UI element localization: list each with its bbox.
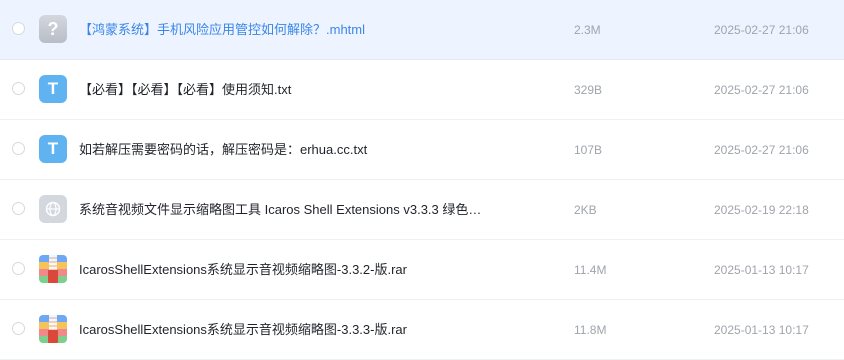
text-file-icon: T <box>39 135 67 163</box>
file-name[interactable]: IcarosShellExtensions系统显示音视频缩略图-3.3.3-版.… <box>79 321 407 338</box>
file-row[interactable]: T 如若解压需要密码的话，解压密码是：erhua.cc.txt 107B 202… <box>0 120 844 180</box>
archive-file-icon <box>39 255 67 283</box>
row-checkbox[interactable] <box>12 142 25 155</box>
row-checkbox[interactable] <box>12 202 25 215</box>
row-checkbox[interactable] <box>12 82 25 95</box>
file-row[interactable]: 系统音视频文件显示缩略图工具 Icaros Shell Extensions v… <box>0 180 844 240</box>
file-size: 2.3M <box>574 23 601 37</box>
file-size: 107B <box>574 143 603 157</box>
web-link-icon <box>39 195 67 223</box>
file-list: ? 【鸿蒙系统】手机风险应用管控如何解除？.mhtml 2.3M 2025-02… <box>0 0 844 360</box>
file-row[interactable]: IcarosShellExtensions系统显示音视频缩略图-3.3.2-版.… <box>0 240 844 300</box>
row-checkbox[interactable] <box>12 22 25 35</box>
file-name[interactable]: 如若解压需要密码的话，解压密码是：erhua.cc.txt <box>79 141 367 158</box>
file-date: 2025-02-27 21:06 <box>714 83 809 97</box>
file-name[interactable]: IcarosShellExtensions系统显示音视频缩略图-3.3.2-版.… <box>79 261 407 278</box>
file-row[interactable]: IcarosShellExtensions系统显示音视频缩略图-3.3.3-版.… <box>0 300 844 360</box>
file-date: 2025-02-27 21:06 <box>714 143 809 157</box>
file-name[interactable]: 【必看】【必看】【必看】使用须知.txt <box>79 81 291 98</box>
unknown-file-icon: ? <box>39 15 67 43</box>
file-date: 2025-01-13 10:17 <box>714 263 809 277</box>
file-date: 2025-02-19 22:18 <box>714 203 809 217</box>
file-size: 329B <box>574 83 603 97</box>
file-name[interactable]: 【鸿蒙系统】手机风险应用管控如何解除？.mhtml <box>79 21 365 38</box>
row-checkbox[interactable] <box>12 262 25 275</box>
file-size: 2KB <box>574 203 597 217</box>
globe-icon <box>45 201 61 217</box>
text-file-icon: T <box>39 75 67 103</box>
file-size: 11.8M <box>574 323 607 337</box>
file-date: 2025-01-13 10:17 <box>714 323 809 337</box>
file-row[interactable]: ? 【鸿蒙系统】手机风险应用管控如何解除？.mhtml 2.3M 2025-02… <box>0 0 844 60</box>
file-date: 2025-02-27 21:06 <box>714 23 809 37</box>
file-name[interactable]: 系统音视频文件显示缩略图工具 Icaros Shell Extensions v… <box>79 201 481 218</box>
archive-file-icon <box>39 315 67 343</box>
file-size: 11.4M <box>574 263 607 277</box>
file-row[interactable]: T 【必看】【必看】【必看】使用须知.txt 329B 2025-02-27 2… <box>0 60 844 120</box>
row-checkbox[interactable] <box>12 322 25 335</box>
